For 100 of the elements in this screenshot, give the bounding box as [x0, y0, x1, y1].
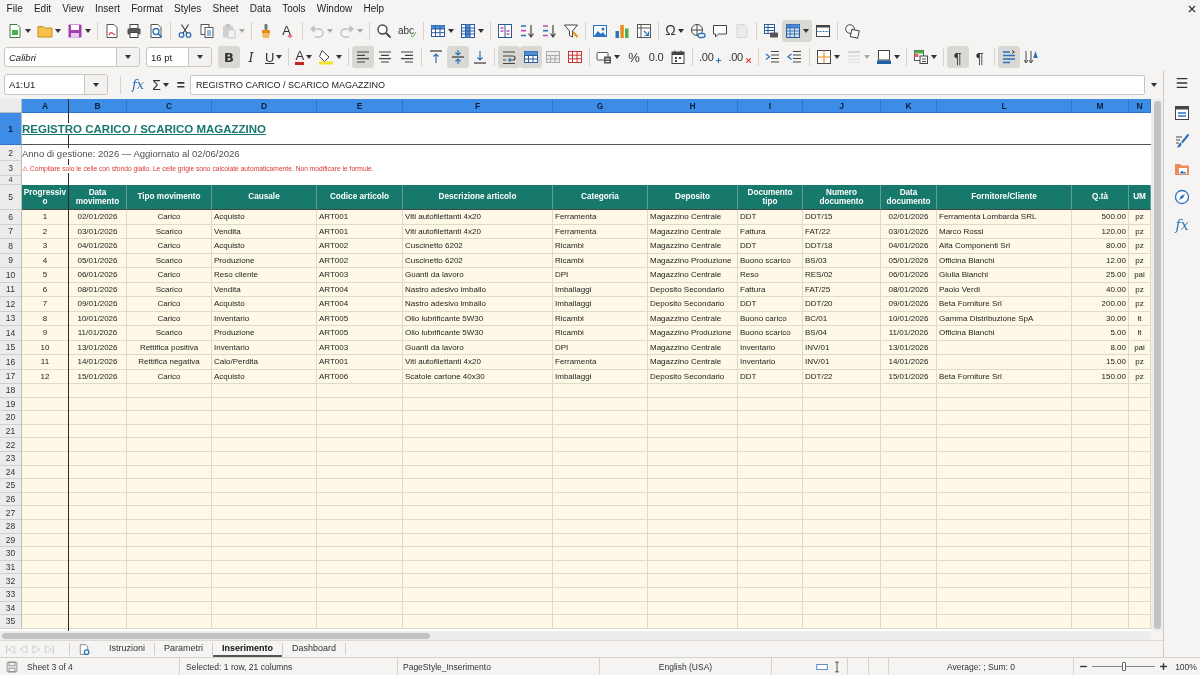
- column-header[interactable]: B: [69, 99, 127, 113]
- formula-input-field[interactable]: REGISTRO CARICO / SCARICO MAGAZZINO: [190, 74, 1145, 95]
- scrollbar-thumb[interactable]: [2, 632, 430, 639]
- brush-icon[interactable]: [1174, 133, 1190, 149]
- sheet-tab[interactable]: Istruzioni: [100, 641, 154, 657]
- column-header[interactable]: D: [212, 99, 317, 113]
- dropdown-button[interactable]: [116, 48, 139, 66]
- slider-thumb[interactable]: [1121, 662, 1126, 671]
- menu-item[interactable]: Data: [244, 2, 277, 15]
- caret-icon[interactable]: [614, 55, 621, 59]
- new-page-icon[interactable]: [78, 642, 90, 656]
- font-size-field[interactable]: 16 pt: [146, 47, 212, 67]
- sheet-tab[interactable]: Inserimento: [213, 641, 283, 657]
- caret-icon[interactable]: [162, 82, 169, 87]
- dropdown-button[interactable]: [188, 48, 211, 66]
- freeze-button[interactable]: [781, 19, 812, 42]
- caret-icon[interactable]: [336, 55, 343, 59]
- name-box-field[interactable]: A1:U1: [4, 74, 108, 95]
- number-format-button[interactable]: 0.0: [645, 46, 668, 68]
- sheet-tab[interactable]: Dashboard: [283, 641, 346, 657]
- menu-icon[interactable]: [1175, 76, 1189, 90]
- paint-bucket-icon[interactable]: [318, 49, 335, 65]
- row-header[interactable]: 22: [0, 438, 22, 452]
- column-header[interactable]: N: [1129, 99, 1151, 113]
- menu-item[interactable]: View: [56, 2, 90, 15]
- panel-icon[interactable]: [1174, 105, 1190, 121]
- row-header[interactable]: 25: [0, 479, 22, 493]
- left-to-right-button[interactable]: ¶: [946, 46, 969, 68]
- caret-icon[interactable]: [197, 55, 203, 59]
- row-header[interactable]: 18: [0, 384, 22, 398]
- column-header[interactable]: H: [648, 99, 738, 113]
- row-header[interactable]: 5: [0, 185, 22, 210]
- row-header[interactable]: 1: [0, 113, 22, 145]
- clear-formatting-button[interactable]: A: [277, 19, 299, 42]
- menu-item[interactable]: Window: [311, 2, 358, 15]
- caret-icon[interactable]: [55, 28, 61, 33]
- row-header[interactable]: 35: [0, 615, 22, 629]
- row-header[interactable]: 30: [0, 547, 22, 561]
- table-grid-icon[interactable]: [460, 22, 477, 39]
- caret-icon[interactable]: [276, 55, 283, 59]
- document-icon[interactable]: [7, 22, 23, 39]
- caret-icon[interactable]: [833, 55, 840, 59]
- column-header[interactable]: G: [553, 99, 648, 113]
- caret-icon[interactable]: [802, 28, 809, 33]
- caret-icon[interactable]: [125, 55, 131, 59]
- row-header[interactable]: 16: [0, 355, 22, 370]
- add-decimal-button[interactable]: .00: [696, 46, 726, 68]
- special-character-button[interactable]: Ω: [662, 19, 687, 42]
- caret-icon[interactable]: [25, 28, 31, 33]
- monitor-icon[interactable]: [875, 49, 892, 65]
- image-folder-icon[interactable]: [1174, 161, 1190, 177]
- row-header[interactable]: 20: [0, 411, 22, 425]
- row-header[interactable]: 27: [0, 506, 22, 520]
- menu-item[interactable]: Format: [125, 2, 169, 15]
- row-header[interactable]: 8: [0, 239, 22, 254]
- column-header[interactable]: K: [881, 99, 937, 113]
- close-icon[interactable]: [1188, 4, 1196, 13]
- row-header[interactable]: 6: [0, 210, 22, 225]
- caret-icon[interactable]: [93, 82, 99, 87]
- bold-button[interactable]: B: [218, 46, 240, 68]
- font-name-field[interactable]: Calibri: [4, 47, 140, 67]
- menu-item[interactable]: File: [1, 2, 29, 15]
- formula-button[interactable]: =: [173, 73, 188, 96]
- table-grid-icon[interactable]: [430, 22, 447, 39]
- row-header[interactable]: 14: [0, 326, 22, 341]
- row-header[interactable]: 3: [0, 161, 22, 176]
- font-color-button[interactable]: A: [292, 46, 316, 68]
- table-grid-icon[interactable]: [784, 22, 801, 39]
- banknote-icon[interactable]: [596, 49, 613, 65]
- underline-button[interactable]: U: [262, 46, 286, 68]
- column-header[interactable]: A: [22, 99, 69, 113]
- sum-button[interactable]: Σ: [149, 73, 172, 96]
- percent-format-button[interactable]: %: [623, 46, 646, 68]
- column-header[interactable]: I: [738, 99, 803, 113]
- function-wizard-button[interactable]: fx: [129, 73, 148, 96]
- column-header[interactable]: L: [937, 99, 1072, 113]
- column-header[interactable]: F: [403, 99, 553, 113]
- menu-item[interactable]: Sheet: [206, 2, 245, 15]
- right-to-left-button[interactable]: ¶: [968, 46, 991, 68]
- plus-icon[interactable]: [1159, 662, 1168, 671]
- menu-item[interactable]: Styles: [168, 2, 207, 15]
- zoom-slider[interactable]: [1092, 662, 1155, 671]
- conditional-table-icon[interactable]: [912, 49, 929, 65]
- delete-decimal-button[interactable]: .00: [725, 46, 755, 68]
- row-header[interactable]: 12: [0, 297, 22, 312]
- column-header[interactable]: C: [127, 99, 212, 113]
- caret-icon[interactable]: [448, 28, 455, 33]
- caret-icon[interactable]: [677, 28, 684, 33]
- caret-icon[interactable]: [893, 55, 900, 59]
- menu-item[interactable]: Insert: [89, 2, 126, 15]
- compass-icon[interactable]: [1174, 189, 1190, 205]
- caret-icon[interactable]: [85, 28, 91, 33]
- column-header[interactable]: E: [317, 99, 403, 113]
- caret-icon[interactable]: [930, 55, 937, 59]
- italic-button[interactable]: I: [240, 46, 262, 68]
- row-header[interactable]: 32: [0, 574, 22, 588]
- menu-item[interactable]: Edit: [28, 2, 57, 15]
- menu-item[interactable]: Tools: [276, 2, 312, 15]
- row-header[interactable]: 10: [0, 268, 22, 283]
- row-header[interactable]: 2: [0, 145, 22, 161]
